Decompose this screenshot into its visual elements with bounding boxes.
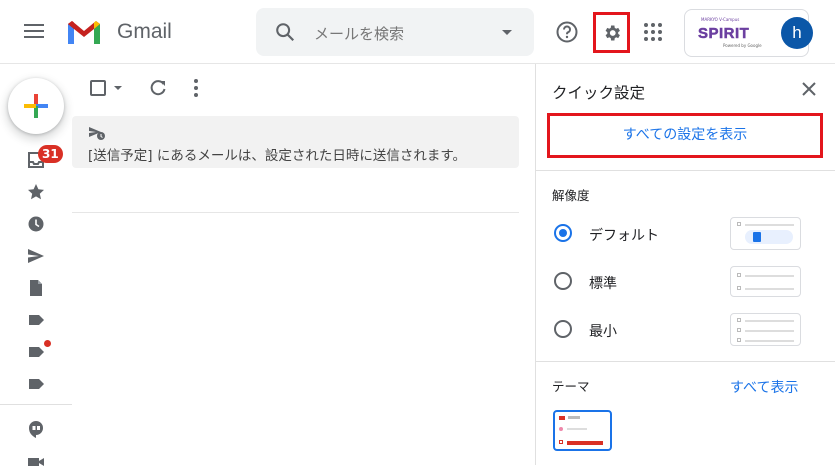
select-options-icon[interactable] — [114, 86, 122, 90]
density-comfortable-preview[interactable] — [730, 266, 801, 297]
search-options-icon[interactable] — [502, 30, 512, 35]
density-section-label: 解像度 — [552, 188, 590, 203]
list-divider — [72, 212, 519, 213]
panel-divider — [536, 361, 835, 362]
quick-settings-panel: クイック設定 すべての設定を表示 解像度 デフォルト 標準 最小 テーマ すべて… — [535, 64, 835, 465]
starred-icon[interactable] — [26, 182, 46, 202]
sent-icon[interactable] — [26, 246, 46, 266]
density-default-radio[interactable] — [554, 224, 572, 242]
search-input[interactable]: メールを検索 — [314, 23, 404, 44]
label-icon[interactable] — [26, 374, 46, 394]
gmail-logo[interactable] — [66, 18, 102, 46]
gear-icon[interactable] — [602, 23, 622, 43]
density-compact-preview[interactable] — [730, 313, 801, 346]
plus-icon — [24, 94, 48, 118]
theme-section-label: テーマ — [552, 379, 590, 394]
snoozed-icon[interactable] — [26, 214, 46, 234]
settings-button-highlight[interactable] — [593, 12, 630, 53]
schedule-send-icon — [89, 127, 105, 140]
density-default-label[interactable]: デフォルト — [589, 225, 659, 245]
scheduled-notice-banner: [送信予定] にあるメールは、設定された日時に送信されます。 — [72, 116, 519, 168]
density-compact-label[interactable]: 最小 — [589, 321, 617, 341]
select-all-checkbox[interactable] — [90, 80, 106, 96]
compose-button[interactable] — [8, 78, 64, 134]
rail-divider — [0, 404, 72, 405]
organization-logo: MARKYO V-Campus SPIRIT Powered by Google — [698, 17, 762, 48]
google-apps-icon[interactable] — [644, 23, 662, 41]
density-comfortable-label[interactable]: 標準 — [589, 273, 617, 293]
label-icon[interactable] — [26, 310, 46, 330]
quick-settings-title: クイック設定 — [552, 84, 646, 102]
account-switcher[interactable]: MARKYO V-Campus SPIRIT Powered by Google… — [684, 9, 813, 57]
help-icon[interactable] — [555, 20, 579, 44]
see-all-settings-button[interactable]: すべての設定を表示 — [547, 113, 823, 158]
search-bar[interactable]: メールを検索 — [256, 8, 534, 56]
density-comfortable-radio[interactable] — [554, 272, 572, 290]
avatar[interactable]: h — [781, 17, 813, 49]
top-bar: Gmail メールを検索 MARKYO V-Campus SPIRIT Powe… — [0, 0, 835, 64]
hangouts-icon[interactable] — [26, 419, 46, 439]
scheduled-notice-text: [送信予定] にあるメールは、設定された日時に送信されます。 — [88, 148, 466, 164]
more-options-icon[interactable] — [194, 79, 198, 97]
density-default-preview[interactable] — [730, 217, 801, 250]
meet-video-icon[interactable] — [26, 452, 46, 472]
theme-view-all-link[interactable]: すべて表示 — [730, 377, 798, 397]
mail-list-area: [送信予定] にあるメールは、設定された日時に送信されます。 — [72, 64, 535, 465]
refresh-icon[interactable] — [148, 78, 168, 98]
theme-default-thumbnail[interactable] — [553, 410, 612, 451]
inbox-unread-badge: 31 — [38, 145, 63, 163]
gmail-wordmark[interactable]: Gmail — [117, 20, 172, 44]
left-navigation-rail: 31 — [0, 64, 72, 466]
label-notification-dot — [44, 340, 51, 347]
close-icon[interactable] — [802, 82, 816, 96]
density-compact-radio[interactable] — [554, 320, 572, 338]
label-icon[interactable] — [26, 342, 46, 362]
search-icon[interactable] — [274, 21, 296, 43]
panel-divider — [536, 170, 835, 171]
drafts-icon[interactable] — [26, 278, 46, 298]
main-menu-icon[interactable] — [24, 24, 44, 40]
